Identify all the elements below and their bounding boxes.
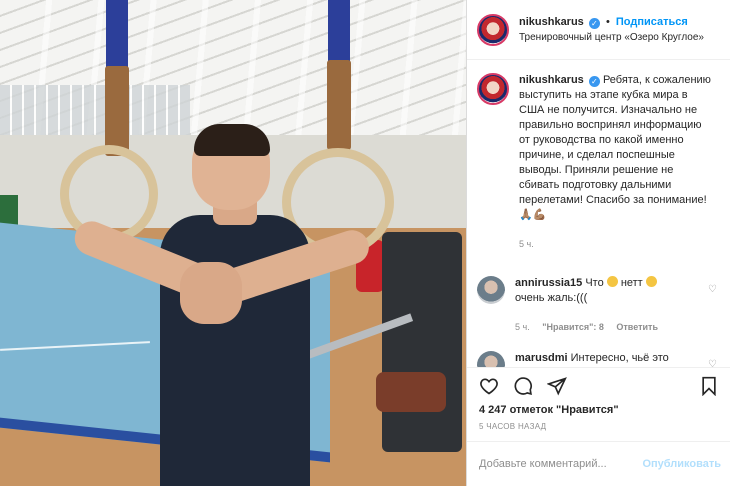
comment-text-end: очень жаль:((( [515, 292, 588, 304]
add-comment-bar: Опубликовать [467, 441, 730, 486]
reply-button[interactable]: Ответить [616, 322, 658, 332]
heart-icon[interactable] [477, 374, 501, 398]
comment-item: annirussia15 Что нетт очень жаль:((( 5 ч… [477, 276, 721, 335]
author-username[interactable]: nikushkarus [519, 16, 584, 28]
comments-list[interactable]: nikushkarus ✓ Ребята, к сожалению выступ… [467, 61, 730, 367]
commenter-avatar[interactable] [477, 276, 505, 304]
verified-badge-icon: ✓ [588, 17, 600, 29]
instagram-post: nikushkarus ✓ • Подписаться Тренировочны… [0, 0, 730, 486]
publish-button[interactable]: Опубликовать [642, 458, 721, 470]
machine-seat [376, 372, 446, 412]
comment-like-heart-icon[interactable]: ♡ [708, 359, 717, 367]
sad-face-emoji-icon [645, 276, 657, 287]
comment-text-middle: нетт [617, 277, 643, 289]
likes-count[interactable]: 4 247 отметок "Нравится" [479, 404, 619, 416]
exercise-machine [382, 232, 462, 452]
post-side-panel: nikushkarus ✓ • Подписаться Тренировочны… [466, 0, 730, 486]
comment-body: annirussia15 Что нетт очень жаль:((( 5 ч… [515, 276, 711, 335]
commenter-username[interactable]: marusdmi [515, 352, 568, 364]
athlete-hands [180, 262, 242, 324]
action-bar [467, 367, 730, 403]
commenter-avatar[interactable] [477, 351, 505, 367]
location-link[interactable]: Тренировочный центр «Озеро Круглое» [519, 30, 704, 45]
bookmark-icon[interactable] [697, 374, 721, 398]
athlete-hair [194, 124, 270, 156]
commenter-username[interactable]: annirussia15 [515, 277, 582, 289]
comment-body: marusdmi Интересно, чьё это решение? [515, 351, 711, 367]
comment-time[interactable]: 5 ч. [515, 322, 530, 332]
flexed-biceps-emoji-icon: 💪🏽 [532, 209, 547, 221]
comment-input[interactable] [479, 458, 643, 470]
ring-leather-right [327, 60, 351, 150]
separator-dot: • [605, 15, 610, 28]
comment-likes-count[interactable]: "Нравится": 8 [542, 322, 604, 332]
caption-body: nikushkarus ✓ Ребята, к сожалению выступ… [519, 73, 715, 252]
post-header: nikushkarus ✓ • Подписаться Тренировочны… [467, 0, 730, 60]
comment-text-start: Что [585, 277, 604, 289]
caption-text: Ребята, к сожалению выступить на этапе к… [519, 74, 714, 206]
verified-badge-icon: ✓ [588, 76, 600, 87]
folded-hands-emoji-icon: 🙏🏽 [519, 209, 533, 221]
caption-meta: 5 ч. [519, 237, 715, 252]
caption: nikushkarus ✓ Ребята, к сожалению выступ… [477, 73, 721, 252]
ring-leather-left [105, 66, 129, 156]
caption-time[interactable]: 5 ч. [519, 239, 534, 249]
comment-item: marusdmi Интересно, чьё это решение? ♡ [477, 351, 721, 367]
post-timestamp[interactable]: 5 ЧАСОВ НАЗАД [479, 422, 546, 431]
comment-like-heart-icon[interactable]: ♡ [708, 284, 717, 295]
caption-avatar[interactable] [477, 73, 509, 105]
sad-face-emoji-icon [606, 276, 618, 287]
ring-strap-right [328, 0, 350, 68]
caption-username[interactable]: nikushkarus [519, 74, 584, 86]
follow-button[interactable]: Подписаться [616, 16, 688, 28]
ring-strap-left [106, 0, 128, 68]
comment-icon[interactable] [511, 374, 535, 398]
comment-meta: 5 ч. "Нравится": 8 Ответить [515, 320, 711, 335]
header-text: nikushkarus ✓ • Подписаться Тренировочны… [519, 15, 704, 45]
paper-plane-icon[interactable] [545, 374, 569, 398]
post-photo[interactable] [0, 0, 466, 486]
author-avatar[interactable] [477, 13, 509, 46]
